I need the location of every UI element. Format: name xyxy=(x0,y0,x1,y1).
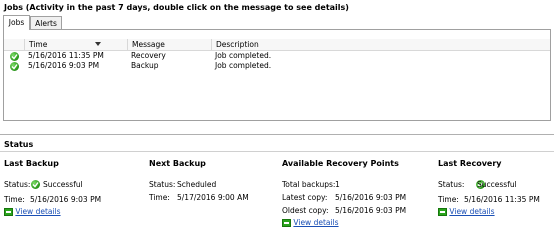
last-recovery-view-details[interactable]: View details xyxy=(438,207,495,216)
tab-alerts[interactable]: Alerts xyxy=(30,16,62,29)
total-backups-label: Total backups: xyxy=(282,180,336,189)
last-backup-time-label: Time: xyxy=(4,195,25,204)
job-time: 5/16/2016 11:35 PM xyxy=(28,51,104,60)
view-details-link[interactable]: View details xyxy=(293,218,338,227)
oldest-copy-value: 5/16/2016 9:03 PM xyxy=(335,206,407,215)
last-recovery-time-value: 5/16/2016 11:35 PM xyxy=(464,195,540,204)
oldest-copy-label: Oldest copy: xyxy=(282,206,329,215)
recovery-points-title: Available Recovery Points xyxy=(282,159,399,168)
success-check-icon xyxy=(10,51,19,61)
status-section-title: Status xyxy=(4,140,34,149)
details-arrow-icon xyxy=(438,208,447,216)
table-row[interactable]: 5/16/2016 9:03 PM Backup Job completed. xyxy=(4,61,550,71)
success-check-icon xyxy=(31,179,40,189)
next-backup-status-value: Scheduled xyxy=(177,180,217,189)
next-backup-status-label: Status: xyxy=(149,180,176,189)
latest-copy-value: 5/16/2016 9:03 PM xyxy=(335,193,407,202)
table-row[interactable]: 5/16/2016 11:35 PM Recovery Job complete… xyxy=(4,51,550,61)
details-arrow-icon xyxy=(282,219,291,227)
jobs-section-title: Jobs (Activity in the past 7 days, doubl… xyxy=(4,3,349,12)
tab-jobs[interactable]: Jobs xyxy=(3,15,30,30)
column-header-description[interactable]: Description xyxy=(211,39,550,50)
details-arrow-icon xyxy=(4,208,13,216)
last-backup-view-details[interactable]: View details xyxy=(4,207,61,216)
sort-descending-icon xyxy=(95,42,101,46)
job-description: Job completed. xyxy=(215,51,272,60)
view-details-link[interactable]: View details xyxy=(15,207,60,216)
success-check-icon xyxy=(10,61,19,71)
job-message: Backup xyxy=(131,61,159,70)
column-header-message-label: Message xyxy=(132,40,165,49)
jobs-grid-header: Time Message Description xyxy=(4,39,550,51)
jobs-list[interactable]: Time Message Description 5/16/2016 11:35… xyxy=(3,29,551,121)
section-divider xyxy=(0,151,554,152)
column-header-message[interactable]: Message xyxy=(127,39,211,50)
last-recovery-title: Last Recovery xyxy=(438,159,502,168)
view-details-link[interactable]: View details xyxy=(449,207,494,216)
job-message: Recovery xyxy=(131,51,166,60)
last-recovery-status-label: Status: xyxy=(438,180,465,189)
section-divider xyxy=(0,134,554,135)
total-backups-value: 1 xyxy=(335,180,340,189)
job-description: Job completed. xyxy=(215,61,272,70)
last-recovery-status-value: Successful xyxy=(477,180,517,189)
next-backup-time-value: 5/17/2016 9:00 AM xyxy=(177,193,249,202)
next-backup-title: Next Backup xyxy=(149,159,206,168)
last-backup-title: Last Backup xyxy=(4,159,59,168)
column-header-time-label: Time xyxy=(29,40,48,49)
recovery-points-view-details[interactable]: View details xyxy=(282,218,339,227)
next-backup-time-label: Time: xyxy=(149,193,170,202)
last-backup-status-label: Status: xyxy=(4,180,31,189)
column-header-description-label: Description xyxy=(216,40,259,49)
last-recovery-time-label: Time: xyxy=(438,195,459,204)
last-backup-status-value: Successful xyxy=(43,180,83,189)
job-time: 5/16/2016 9:03 PM xyxy=(28,61,100,70)
column-header-time[interactable]: Time xyxy=(24,39,127,50)
latest-copy-label: Latest copy: xyxy=(282,193,328,202)
last-backup-time-value: 5/16/2016 9:03 PM xyxy=(30,195,102,204)
